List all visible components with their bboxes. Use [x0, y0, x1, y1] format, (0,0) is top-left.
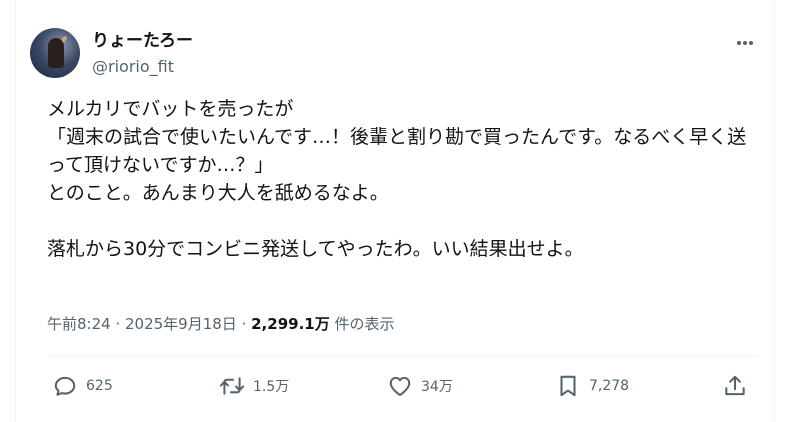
- author-display-name[interactable]: りょーたろー: [92, 30, 193, 52]
- tweet-meta: 午前8:24 · 2025年9月18日 · 2,299.1万 件の表示: [47, 313, 395, 335]
- avatar-figure-shape: [48, 38, 64, 68]
- like-count: 34万: [421, 379, 453, 395]
- retweet-icon: [219, 377, 245, 395]
- meta-separator: ·: [110, 315, 125, 333]
- tweet-time[interactable]: 午前8:24: [47, 315, 111, 333]
- views-label: 件の表示: [329, 315, 395, 333]
- reply-icon: [54, 376, 76, 396]
- meta-separator: ·: [236, 315, 252, 333]
- bookmark-count: 7,278: [589, 378, 630, 394]
- retweet-count: 1.5万: [253, 379, 290, 395]
- share-button[interactable]: [722, 370, 748, 402]
- bookmark-button[interactable]: 7,278: [555, 370, 629, 402]
- more-horizontal-icon: [737, 41, 753, 45]
- like-button[interactable]: 34万: [387, 370, 453, 402]
- author-handle[interactable]: @riorio_fit: [92, 56, 193, 78]
- heart-icon: [389, 376, 411, 397]
- reply-button[interactable]: 625: [52, 370, 113, 402]
- views-count[interactable]: 2,299.1万: [251, 315, 330, 333]
- more-options-button[interactable]: [730, 28, 760, 58]
- reply-count: 625: [86, 378, 113, 394]
- actions-divider: [47, 356, 757, 357]
- avatar[interactable]: [30, 28, 80, 78]
- tweet-header: りょーたろー @riorio_fit: [30, 28, 760, 80]
- tweet-actions: 625 1.5万 34万 7,278: [47, 370, 757, 402]
- share-icon: [725, 375, 745, 396]
- bookmark-icon: [560, 375, 576, 397]
- tweet-text: メルカリでバットを売ったが 「週末の試合で使いたいんです…！後輩と割り勘で買った…: [47, 98, 747, 260]
- tweet-date[interactable]: 2025年9月18日: [125, 315, 237, 333]
- retweet-button[interactable]: 1.5万: [219, 370, 289, 402]
- author-names: りょーたろー @riorio_fit: [92, 30, 193, 78]
